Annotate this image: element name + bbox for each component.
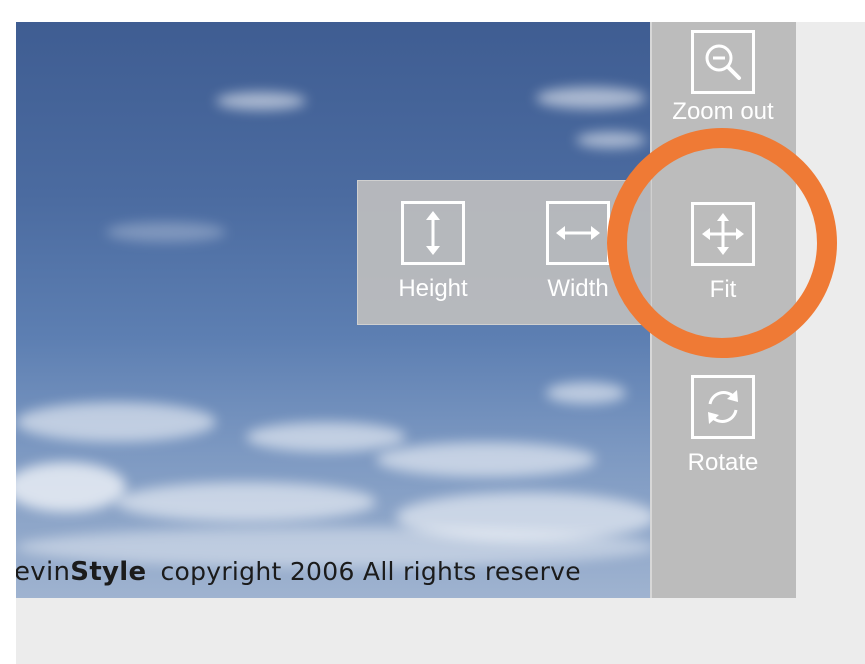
fit-width-icon xyxy=(546,201,610,265)
caption-brand: evinStyle xyxy=(16,557,147,587)
top-margin xyxy=(0,0,865,22)
photo-caption: evinStyle copyright 2006 All rights reser… xyxy=(16,557,581,587)
zoom-out-icon xyxy=(691,30,755,94)
rotate-button[interactable]: Rotate xyxy=(663,375,783,477)
rotate-icon xyxy=(691,375,755,439)
highlight-ring xyxy=(607,128,837,358)
rotate-label: Rotate xyxy=(687,449,759,476)
zoom-out-label: Zoom out xyxy=(672,98,774,125)
fit-height-button[interactable]: Height xyxy=(373,201,493,303)
left-margin xyxy=(0,0,16,664)
fit-height-icon xyxy=(401,201,465,265)
zoom-out-button[interactable]: Zoom out xyxy=(663,30,783,126)
caption-copyright: copyright 2006 All rights reserve xyxy=(160,557,581,586)
fit-height-label: Height xyxy=(398,275,468,302)
